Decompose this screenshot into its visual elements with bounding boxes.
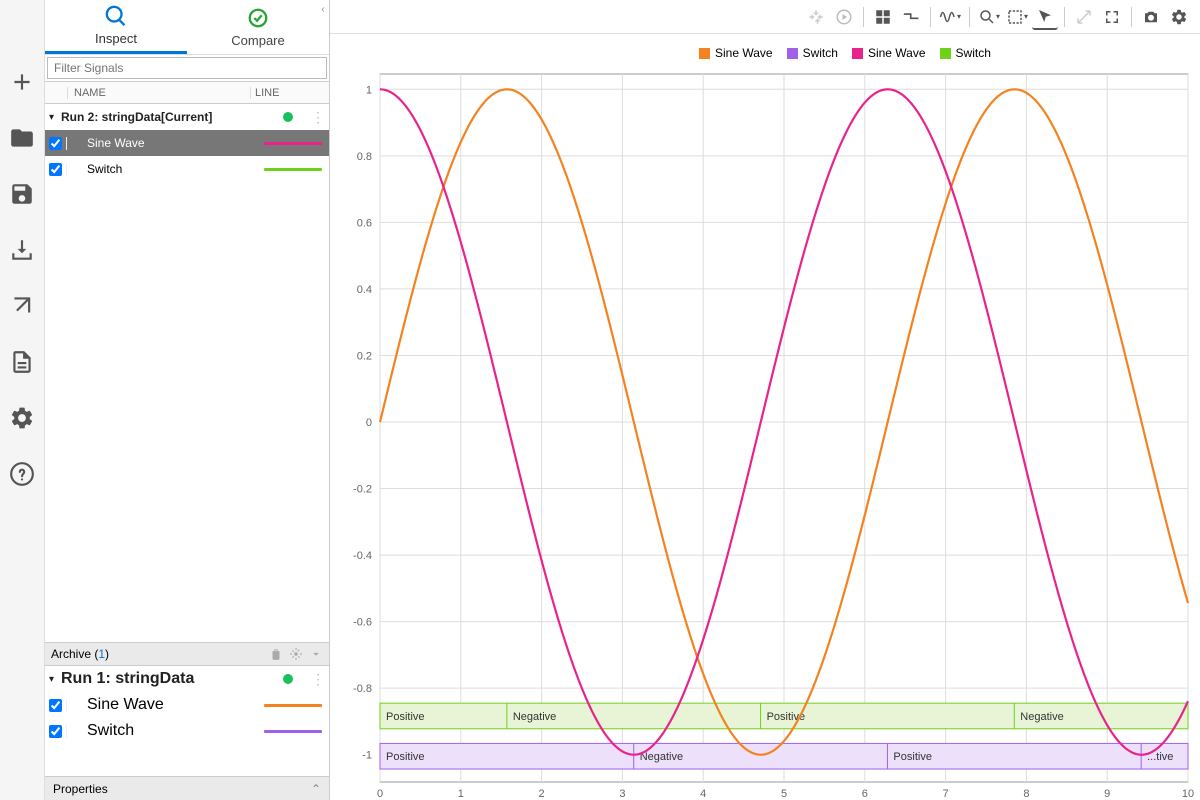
col-header-name[interactable]: NAME — [67, 87, 251, 99]
svg-text:10: 10 — [1182, 788, 1194, 800]
archive-count: 1 — [98, 647, 105, 661]
archive-label: Archive — [51, 647, 91, 661]
archive-tree: ▾Run 1: stringData⋮ Sine Wave Switch — [45, 666, 329, 776]
svg-text:Positive: Positive — [893, 751, 932, 763]
signal-row[interactable]: Sine Wave — [45, 130, 329, 156]
import-icon[interactable] — [2, 230, 42, 270]
properties-label: Properties — [53, 782, 108, 796]
svg-text:9: 9 — [1104, 788, 1110, 800]
panel-tabs: Inspect Compare — [45, 0, 329, 55]
report-icon[interactable] — [2, 342, 42, 382]
svg-text:0: 0 — [377, 788, 383, 800]
svg-text:Negative: Negative — [1020, 711, 1063, 723]
svg-text:Positive: Positive — [386, 751, 425, 763]
grid-layout-icon[interactable] — [870, 4, 896, 30]
properties-header[interactable]: Properties ⌃ — [45, 776, 329, 800]
check-circle-icon — [247, 7, 269, 29]
svg-text:Negative: Negative — [640, 751, 683, 763]
cursor-icon[interactable] — [1032, 4, 1058, 30]
col-header-line[interactable]: LINE — [251, 87, 329, 99]
fit-icon[interactable]: ▾ — [1004, 4, 1030, 30]
svg-text:-1: -1 — [362, 750, 372, 762]
svg-text:-0.6: -0.6 — [353, 617, 372, 629]
folder-icon[interactable] — [2, 118, 42, 158]
tab-inspect-label: Inspect — [95, 31, 137, 46]
main-area: ▾ ▾ ▾ Sine WaveSwitchSine WaveSwitch 012… — [330, 0, 1200, 800]
save-icon[interactable] — [2, 174, 42, 214]
settings-icon[interactable] — [2, 398, 42, 438]
tab-compare[interactable]: Compare — [187, 0, 329, 54]
svg-text:0.4: 0.4 — [357, 284, 372, 296]
pan-icon[interactable] — [803, 4, 829, 30]
clear-icon[interactable] — [898, 4, 924, 30]
column-headers: NAME LINE — [45, 82, 329, 104]
collapse-handle-icon[interactable]: ‹ — [316, 2, 330, 16]
svg-text:-0.8: -0.8 — [353, 683, 372, 695]
expand-diag-icon[interactable] — [1071, 4, 1097, 30]
svg-text:6: 6 — [862, 788, 868, 800]
signal-checkbox[interactable] — [49, 699, 62, 712]
add-icon[interactable] — [2, 62, 42, 102]
chevron-up-icon: ⌃ — [311, 782, 321, 796]
chevron-down-icon[interactable] — [309, 647, 323, 661]
trash-icon[interactable] — [269, 647, 283, 661]
play-circle-icon[interactable] — [831, 4, 857, 30]
signal-type-icon[interactable]: ▾ — [937, 4, 963, 30]
archive-header[interactable]: Archive (1) — [45, 642, 329, 666]
run-row[interactable]: ▾Run 1: stringData⋮ — [45, 666, 329, 692]
export-icon[interactable] — [2, 286, 42, 326]
svg-text:Negative: Negative — [513, 711, 556, 723]
plot-settings-icon[interactable] — [1166, 4, 1192, 30]
signal-name: Sine Wave — [67, 696, 257, 714]
svg-text:3: 3 — [619, 788, 625, 800]
gear-small-icon[interactable] — [289, 647, 303, 661]
svg-text:0.2: 0.2 — [357, 350, 372, 362]
signal-name: Sine Wave — [67, 136, 257, 150]
help-icon[interactable] — [2, 454, 42, 494]
fullscreen-icon[interactable] — [1099, 4, 1125, 30]
svg-text:4: 4 — [700, 788, 706, 800]
chart-canvas: 0 1 2 3 4 5 6 7 8 9 10 -1 -0.8 -0.6 -0.4 -0.2 0 0.2 0.4 0.6… — [330, 34, 1200, 800]
signal-name: Switch — [67, 162, 257, 176]
signal-row[interactable]: Switch — [45, 156, 329, 182]
zoom-icon[interactable]: ▾ — [976, 4, 1002, 30]
svg-text:1: 1 — [366, 84, 372, 96]
signal-tree: ▾Run 2: stringData[Current]⋮ Sine Wave Swi… — [45, 104, 329, 642]
signal-row[interactable]: Switch — [45, 718, 329, 744]
svg-text:0: 0 — [366, 417, 372, 429]
plot-toolbar: ▾ ▾ ▾ — [330, 0, 1200, 34]
filter-input[interactable] — [47, 57, 327, 79]
svg-text:-0.2: -0.2 — [353, 484, 372, 496]
svg-text:5: 5 — [781, 788, 787, 800]
run-row[interactable]: ▾Run 2: stringData[Current]⋮ — [45, 104, 329, 130]
filter-row — [45, 55, 329, 82]
signal-panel: ‹ Inspect Compare NAME LINE ▾Run 2: stri… — [45, 0, 330, 800]
svg-text:7: 7 — [943, 788, 949, 800]
kebab-icon[interactable]: ⋮ — [311, 109, 325, 126]
plot-area[interactable]: Sine WaveSwitchSine WaveSwitch 012345678… — [330, 34, 1200, 800]
search-icon — [105, 5, 127, 27]
tab-compare-label: Compare — [231, 33, 284, 48]
svg-text:8: 8 — [1023, 788, 1029, 800]
svg-text:1: 1 — [458, 788, 464, 800]
svg-text:0.8: 0.8 — [357, 151, 372, 163]
kebab-icon[interactable]: ⋮ — [311, 671, 325, 688]
icon-rail — [0, 0, 45, 800]
signal-row[interactable]: Sine Wave — [45, 692, 329, 718]
signal-name: Switch — [67, 722, 257, 740]
signal-checkbox[interactable] — [49, 163, 62, 176]
signal-checkbox[interactable] — [49, 725, 62, 738]
snapshot-icon[interactable] — [1138, 4, 1164, 30]
tab-inspect[interactable]: Inspect — [45, 0, 187, 54]
svg-text:0.6: 0.6 — [357, 217, 372, 229]
svg-text:Positive: Positive — [386, 711, 425, 723]
svg-text:2: 2 — [539, 788, 545, 800]
svg-text:-0.4: -0.4 — [353, 550, 372, 562]
signal-checkbox[interactable] — [49, 137, 62, 150]
